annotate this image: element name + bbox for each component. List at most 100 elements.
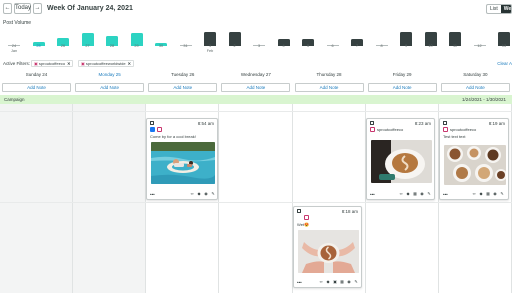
calendar-icon <box>150 121 154 125</box>
view-toggle: List Week <box>486 4 512 14</box>
day-column-header: Thursday 28 <box>316 72 342 77</box>
preview-icon[interactable]: ◉ <box>420 192 424 196</box>
tag-icon[interactable]: ◆ <box>479 192 483 196</box>
day-column-header: Monday 25 <box>98 72 121 77</box>
post-card-thursday[interactable]: 8:18 am Wet😍 ••• ∞ ◆ ▣ ▦ ◉ ✎ <box>293 206 362 288</box>
filter-chip-label: sproutcoffeeco <box>38 61 66 66</box>
hour-divider <box>0 202 512 203</box>
instagram-icon <box>443 127 448 132</box>
instagram-icon <box>370 127 375 132</box>
tag-icon[interactable]: ◆ <box>197 192 201 196</box>
day-column[interactable] <box>219 104 293 293</box>
day-column-header: Wednesday 27 <box>240 72 271 77</box>
post-image-pool[interactable] <box>151 142 215 184</box>
day-column[interactable] <box>73 104 147 293</box>
add-note-button[interactable]: Add Note <box>148 83 218 92</box>
add-note-button[interactable]: Add Note <box>2 83 71 92</box>
post-volume-day-label: 27 <box>85 44 90 48</box>
post-volume-day-label: 13 <box>501 44 507 48</box>
more-options-icon[interactable]: ••• <box>297 280 302 285</box>
tag-icon[interactable]: ◆ <box>326 280 330 284</box>
calendar-icon <box>370 121 374 125</box>
tag-icon[interactable]: ◆ <box>406 192 410 196</box>
post-volume-day-label: 2 <box>233 44 236 48</box>
hour-divider <box>0 111 512 112</box>
day-column-header: Saturday 30 <box>463 72 488 77</box>
post-volume-day-label: 12 <box>477 44 482 48</box>
edit-icon[interactable]: ✎ <box>500 192 504 196</box>
prev-week-button[interactable]: ← <box>3 3 12 14</box>
post-caption: Test text text <box>443 134 466 139</box>
post-volume-day-label: 10 <box>428 44 433 48</box>
edit-icon[interactable]: ✎ <box>354 280 358 284</box>
post-volume-day-label: 31 <box>183 44 188 48</box>
post-time: 8:18 am <box>341 209 358 214</box>
post-card-footer: ••• ∞ ◆ ◉ ✎ <box>150 191 215 198</box>
facebook-icon <box>150 127 155 132</box>
post-caption: Come by for a cool break! <box>150 134 196 139</box>
day-column[interactable] <box>0 104 74 293</box>
post-volume-day-label: 29 <box>134 44 139 48</box>
add-note-button[interactable]: Add Note <box>75 83 145 92</box>
post-card-friday[interactable]: 8:23 am sproutcoffeeco ••• ∞ ◆ ▦ ◉ ✎ <box>366 118 435 200</box>
post-profile-handle: sproutcoffeeco <box>377 127 404 132</box>
post-volume-day-label: 25 <box>36 44 41 48</box>
more-options-icon[interactable]: ••• <box>370 192 375 197</box>
post-volume-day-label: 26 <box>60 44 66 48</box>
post-volume-day-label: 5 <box>306 44 310 48</box>
more-options-icon[interactable]: ••• <box>150 192 155 197</box>
link-icon: ∞ <box>190 191 194 196</box>
document-icon: ▦ <box>486 191 490 196</box>
link-icon: ∞ <box>319 279 323 284</box>
post-time: 8:54 am <box>197 121 214 126</box>
post-card-footer: ••• ∞ ◆ ▣ ▦ ◉ ✎ <box>297 279 358 286</box>
post-volume-day-label: 1 Feb <box>206 44 214 53</box>
post-time: 8:23 am <box>414 121 431 126</box>
more-options-icon[interactable]: ••• <box>443 192 448 197</box>
day-column-header: Friday 29 <box>392 72 412 77</box>
post-profile-handle: sproutcoffeeco <box>450 127 477 132</box>
preview-icon[interactable]: ◉ <box>204 192 208 196</box>
edit-icon[interactable]: ✎ <box>211 192 215 196</box>
link-icon: ∞ <box>472 191 476 196</box>
list-view-button[interactable]: List <box>487 5 501 13</box>
add-note-button[interactable]: Add Note <box>221 83 291 92</box>
post-volume-day-label: 8 <box>380 44 383 48</box>
post-card-saturday[interactable]: 8:19 am sproutcoffeeco Test text text ••… <box>439 118 509 200</box>
today-button[interactable]: Today <box>14 3 31 14</box>
header-bar: ← Today → Week Of January 24, 2021 List … <box>0 0 512 18</box>
filter-chip[interactable]: ▣ sproutcoffeeworldwide ✕ <box>78 60 134 67</box>
post-card-footer: ••• ∞ ◆ ▦ ◉ ✎ <box>443 191 505 198</box>
document-icon: ▦ <box>413 191 417 196</box>
post-image-latte-hands[interactable] <box>298 230 359 273</box>
post-image-coffee-cup[interactable] <box>371 140 432 183</box>
day-column-header: Sunday 24 <box>25 72 48 77</box>
clear-all-filters-link[interactable]: Clear A <box>497 61 512 66</box>
filter-chip[interactable]: ▣ sproutcoffeeco ✕ <box>31 60 74 67</box>
remove-filter-icon[interactable]: ✕ <box>67 61 70 66</box>
campaign-bar[interactable]: Campaign 1/24/2021 - 1/30/2021 <box>0 95 512 104</box>
post-volume-day-label: 3 <box>257 44 261 48</box>
post-image-coffee-cups[interactable] <box>444 145 506 185</box>
add-note-button[interactable]: Add Note <box>367 83 437 92</box>
post-volume-day-label: 9 <box>404 44 408 48</box>
post-volume-day-label: 28 <box>109 44 115 48</box>
preview-icon[interactable]: ◉ <box>493 192 497 196</box>
instagram-icon <box>157 127 162 132</box>
add-note-button[interactable]: Add Note <box>294 83 364 92</box>
add-note-button[interactable]: Add Note <box>440 83 510 92</box>
link-icon: ∞ <box>399 191 403 196</box>
filter-chip-label: sproutcoffeeworldwide <box>85 61 126 66</box>
week-grid <box>0 104 512 293</box>
post-card-tuesday[interactable]: 8:54 am Come by for a cool break! ••• ∞ … <box>146 118 218 200</box>
document-icon: ▦ <box>340 279 344 284</box>
edit-icon[interactable]: ✎ <box>427 192 431 196</box>
preview-icon[interactable]: ◉ <box>347 280 351 284</box>
remove-filter-icon[interactable]: ✕ <box>128 61 131 66</box>
post-volume-day-label: 4 <box>282 44 285 48</box>
next-week-button[interactable]: → <box>33 3 42 14</box>
week-view-button[interactable]: Week <box>500 5 511 13</box>
post-volume-day-label: 11 <box>453 44 457 48</box>
post-card-footer: ••• ∞ ◆ ▦ ◉ ✎ <box>370 191 431 198</box>
post-time: 8:19 am <box>488 121 505 126</box>
